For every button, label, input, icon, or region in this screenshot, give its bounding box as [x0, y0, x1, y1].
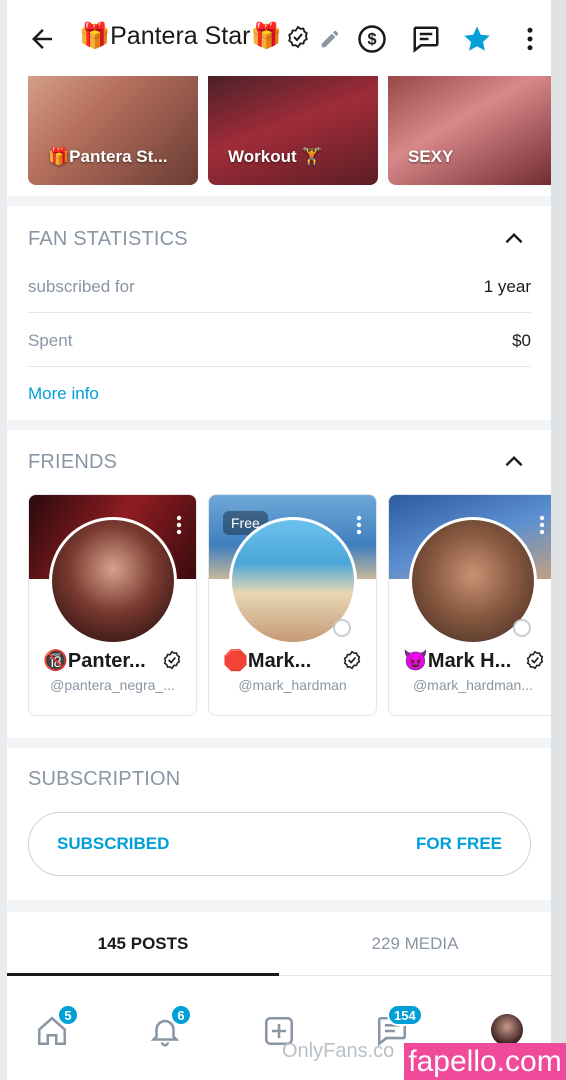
subscription-title: SUBSCRIPTION	[28, 768, 181, 790]
divider	[7, 420, 551, 430]
profile-name: 🎁Pantera Star🎁	[79, 22, 282, 50]
top-bar: 🎁Pantera Star🎁 $	[7, 0, 551, 76]
friend-name: 😈Mark H...	[403, 650, 512, 672]
notification-badge: 6	[170, 1004, 192, 1026]
friend-card[interactable]: 😈Mark H... @mark_hardman...	[388, 494, 551, 716]
stat-row: Spent $0	[28, 313, 531, 367]
highlight-label: 🎁Pantera St...	[48, 147, 168, 166]
avatar	[491, 1014, 523, 1046]
highlight-item[interactable]: 🎁Pantera St...	[28, 60, 198, 185]
content-tabs: 145 POSTS 229 MEDIA	[7, 912, 551, 976]
stat-value: 1 year	[483, 277, 531, 296]
notification-badge: 154	[387, 1004, 423, 1026]
dollar-icon[interactable]: $	[357, 24, 387, 54]
stat-value: $0	[512, 331, 531, 350]
more-info-link[interactable]: More info	[28, 384, 99, 404]
friend-username: @pantera_negra_...	[50, 677, 175, 693]
back-arrow-icon[interactable]	[27, 24, 57, 54]
star-icon[interactable]	[462, 24, 492, 54]
status-indicator	[333, 619, 351, 637]
verified-icon	[163, 650, 181, 670]
chevron-up-icon[interactable]	[501, 226, 527, 252]
watermark-text: OnlyFans.co	[282, 1040, 395, 1062]
highlight-label: Workout 🏋️	[228, 147, 323, 166]
nav-profile[interactable]	[491, 1014, 523, 1046]
more-icon[interactable]	[356, 515, 362, 535]
notification-badge: 5	[57, 1004, 79, 1026]
verified-icon	[526, 650, 544, 670]
message-icon[interactable]	[411, 24, 441, 54]
friend-card[interactable]: Free 🛑Mark... @mark_hardman	[208, 494, 377, 716]
active-tab-indicator	[7, 973, 279, 976]
pencil-icon[interactable]	[319, 28, 341, 50]
stat-label: subscribed for	[28, 277, 135, 296]
tab-media[interactable]: 229 MEDIA	[279, 934, 551, 954]
friend-name: 🛑Mark...	[223, 650, 312, 672]
fapello-watermark: fapello.com	[404, 1043, 566, 1080]
svg-text:$: $	[367, 31, 376, 49]
friend-username: @mark_hardman	[238, 677, 347, 693]
highlight-item[interactable]: Workout 🏋️	[208, 60, 378, 185]
fan-statistics-title: FAN STATISTICS	[28, 228, 188, 250]
nav-home[interactable]: 5	[35, 1004, 79, 1053]
chevron-up-icon[interactable]	[501, 449, 527, 475]
divider	[7, 738, 551, 748]
nav-notifications[interactable]: 6	[148, 1004, 192, 1053]
profile-screen: 🎁Pantera Star🎁 $ 🎁Pantera St... Workout …	[7, 0, 551, 1080]
subscribed-label: SUBSCRIBED	[57, 834, 170, 853]
highlight-item[interactable]: SEXY	[388, 60, 551, 185]
highlights-row: 🎁Pantera St... Workout 🏋️ SEXY	[28, 60, 551, 185]
friend-name: 🔞Panter...	[43, 650, 146, 672]
stat-label: Spent	[28, 331, 73, 350]
avatar[interactable]	[49, 517, 177, 645]
tab-posts[interactable]: 145 POSTS	[7, 934, 279, 954]
more-icon[interactable]	[176, 515, 182, 535]
divider	[7, 196, 551, 206]
subscribed-button[interactable]: SUBSCRIBED FOR FREE	[28, 812, 531, 876]
profile-title: 🎁Pantera Star🎁	[79, 22, 310, 51]
friends-title: FRIENDS	[28, 451, 118, 473]
stat-row: subscribed for 1 year	[28, 259, 531, 313]
friend-username: @mark_hardman...	[412, 677, 534, 693]
more-icon[interactable]	[515, 24, 545, 54]
highlight-label: SEXY	[408, 147, 454, 166]
more-icon[interactable]	[539, 515, 545, 535]
screen-edge	[551, 0, 566, 1080]
divider	[7, 900, 551, 912]
friend-card[interactable]: 🔞Panter... @pantera_negra_...	[28, 494, 197, 716]
for-free-label: FOR FREE	[416, 834, 502, 853]
status-indicator	[513, 619, 531, 637]
verified-icon	[287, 25, 308, 48]
verified-icon	[343, 650, 361, 670]
